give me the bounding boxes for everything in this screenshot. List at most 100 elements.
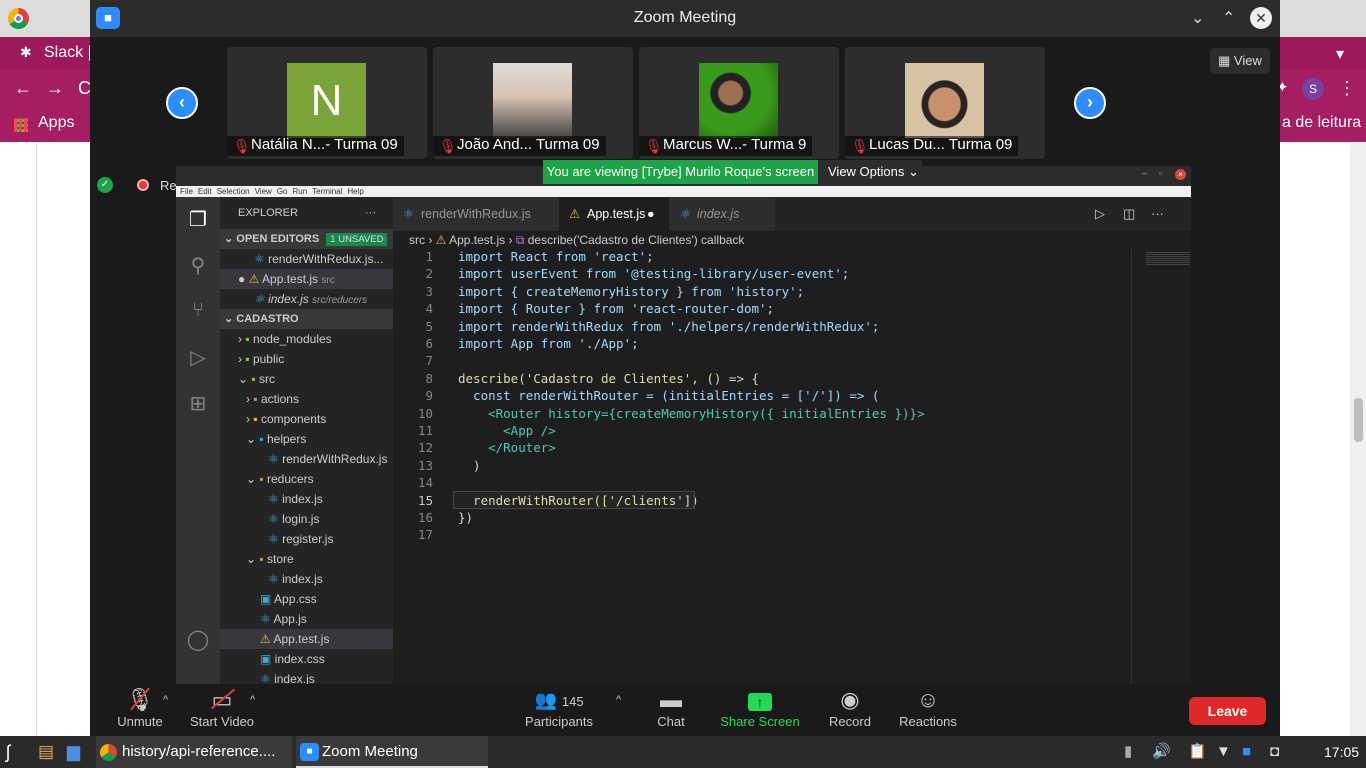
tree-item: ⚛ App.js — [260, 612, 307, 626]
usb-icon[interactable]: ▮ — [1124, 736, 1132, 768]
tree-item: ⚠ App.test.js — [220, 629, 393, 649]
bookmark-reading-list[interactable]: a de leitura — [1282, 114, 1361, 132]
zoom-tray-icon[interactable]: ■ — [1242, 736, 1251, 768]
audio-options-chevron-icon[interactable]: ^ — [163, 694, 168, 706]
code-line: const renderWithRouter = (initialEntries… — [458, 388, 880, 404]
code-line: <App /> — [458, 423, 556, 438]
file-manager-icon[interactable]: ▤ — [38, 736, 54, 768]
line-number: 15 — [417, 492, 433, 508]
forward-icon[interactable]: → — [46, 78, 64, 99]
participant-tile[interactable]: N 🎙 Natália N...- Turma 09 — [227, 47, 427, 159]
chrome-menu-down-icon[interactable]: ▾ — [1336, 44, 1344, 64]
folder-icon: ▪ — [245, 332, 253, 346]
tree-item: › ▪ actions — [246, 392, 299, 406]
run-icon: ▷ — [1095, 206, 1105, 221]
breadcrumb: src › ⚠ App.test.js › ⧉ describe('Cadast… — [393, 231, 1191, 249]
prev-page-button[interactable]: ‹ — [166, 87, 198, 119]
tab-app-test: ⚠ App.test.js ● — [559, 197, 669, 231]
participants-chevron-icon[interactable]: ^ — [616, 694, 621, 706]
tree-item: ▣ index.css — [260, 652, 325, 666]
tree-item: ⌄ ▪ helpers — [246, 432, 307, 446]
video-options-chevron-icon[interactable]: ^ — [250, 694, 255, 706]
run-debug-icon: ▷ — [190, 347, 206, 369]
reactions-icon: ☺ — [916, 687, 940, 712]
chrome-logo-icon[interactable] — [8, 8, 29, 29]
menu-file: File — [180, 187, 193, 196]
participants-icon: 👥 145 — [534, 690, 584, 710]
back-icon[interactable]: ← — [14, 78, 32, 99]
record-button[interactable]: ◉ Record — [826, 684, 874, 736]
start-video-button[interactable]: ▭ Start Video — [186, 684, 258, 736]
line-number: 9 — [425, 388, 433, 404]
clock: 17:05 — [1324, 744, 1360, 760]
file-icon: ⚠ — [260, 632, 274, 646]
participants-button[interactable]: 👥 145 Participants — [520, 684, 598, 736]
participant-tile[interactable]: 🎙 Lucas Du... Turma 09 — [845, 47, 1045, 159]
zoom-window: ■ Zoom Meeting ⌄ ⌃ ✕ ‹ N 🎙 Natália N...- … — [90, 0, 1280, 736]
participant-name: 🎙 Marcus W...- Turma 9 — [639, 136, 813, 156]
show-desktop-icon[interactable]: ▆ — [67, 736, 80, 768]
reactions-button[interactable]: ☺ Reactions — [896, 684, 960, 736]
participant-tile[interactable]: 🎙 João And... Turma 09 — [433, 47, 633, 159]
zoom-window-title: Zoom Meeting — [633, 9, 737, 26]
explorer-sidebar: EXPLORER ··· ⌄ OPEN EDITORS 1 UNSAVED ⚛ r… — [220, 197, 393, 684]
participant-tile[interactable]: 🎙 Marcus W...- Turma 9 — [639, 47, 839, 159]
tree-item: › ▪ node_modules — [238, 332, 332, 346]
menu-view: View — [254, 187, 272, 196]
minimap — [1131, 249, 1191, 684]
chrome-menu-icon[interactable]: ⋮ — [1338, 78, 1356, 99]
file-icon: ⚛ — [268, 492, 283, 506]
open-editors-header: ⌄ OPEN EDITORS 1 UNSAVED — [220, 229, 393, 249]
chevron-down-icon: ⌄ — [238, 372, 252, 386]
unmute-button[interactable]: 🎙 Unmute — [112, 684, 168, 736]
security-shield-icon[interactable]: ✓ — [97, 177, 113, 193]
view-options-button[interactable]: View Options ⌄ — [818, 160, 922, 184]
vscode-restore-icon: ▫ — [1159, 168, 1163, 178]
folder-icon: ▪ — [259, 432, 267, 446]
tree-item: ⌄ ▪ store — [246, 552, 294, 566]
participant-name: 🎙 Lucas Du... Turma 09 — [845, 136, 1019, 156]
profile-avatar[interactable]: S — [1302, 78, 1324, 100]
tree-item: › ▪ public — [238, 352, 285, 366]
minimize-icon[interactable]: ⌄ — [1191, 8, 1204, 28]
menu-run: Run — [292, 187, 308, 196]
start-menu-icon[interactable]: ʃ — [6, 736, 10, 768]
menu-edit: Edit — [197, 187, 212, 196]
slack-tab-label[interactable]: Slack | — [44, 44, 92, 62]
file-icon: ▣ — [260, 652, 275, 666]
muted-mic-icon: 🎙 — [645, 138, 663, 154]
apps-grid-icon[interactable] — [14, 118, 28, 132]
code-line: </Router> — [458, 440, 556, 456]
page-scrollbar-thumb[interactable] — [1354, 398, 1363, 442]
chat-icon: ▬ — [660, 687, 682, 712]
folder-icon: ▪ — [259, 472, 267, 486]
account-icon: ◯ — [186, 629, 210, 651]
clipboard-icon[interactable]: 📋 — [1188, 736, 1207, 768]
taskbar-item-chrome[interactable]: history/api-reference.... — [96, 736, 292, 768]
more-actions-icon: ··· — [365, 207, 376, 219]
slack-icon: ✱ — [20, 44, 32, 60]
taskbar-item-zoom[interactable]: ■ Zoom Meeting — [296, 736, 488, 768]
line-number: 10 — [417, 405, 433, 421]
maximize-icon[interactable]: ⌃ — [1222, 8, 1235, 28]
chat-button[interactable]: ▬ Chat — [650, 684, 692, 736]
leave-button[interactable]: Leave — [1189, 697, 1266, 725]
wifi-icon[interactable]: ▼ — [1216, 736, 1231, 768]
volume-icon[interactable]: 🔊 — [1152, 736, 1171, 768]
next-page-button[interactable]: › — [1074, 87, 1106, 119]
close-icon[interactable]: ✕ — [1250, 7, 1272, 29]
bookmark-apps[interactable]: Apps — [38, 114, 74, 132]
project-header: ⌄ CADASTRO — [220, 309, 393, 329]
camera-tray-icon[interactable]: ◘ — [1270, 736, 1279, 768]
tree-item: ⚛ renderWithRedux.js — [268, 452, 388, 466]
tree-item: › ▪ components — [246, 412, 327, 426]
taskbar: ʃ ▤ ▆ history/api-reference.... ■ Zoom M… — [0, 736, 1366, 768]
share-screen-button[interactable]: ↑ Share Screen — [715, 684, 805, 736]
tree-item: ⚛ register.js — [268, 532, 334, 546]
folder-icon: ▪ — [251, 372, 259, 386]
view-button[interactable]: ▦ View — [1210, 48, 1270, 74]
unsaved-badge: 1 UNSAVED — [326, 233, 388, 246]
open-editor-item: ⚛ index.js src/reducers — [254, 292, 368, 306]
open-editor-item: ● ⚠ App.test.js src — [220, 269, 393, 289]
tab-index: ⚛ index.js — [669, 197, 775, 231]
